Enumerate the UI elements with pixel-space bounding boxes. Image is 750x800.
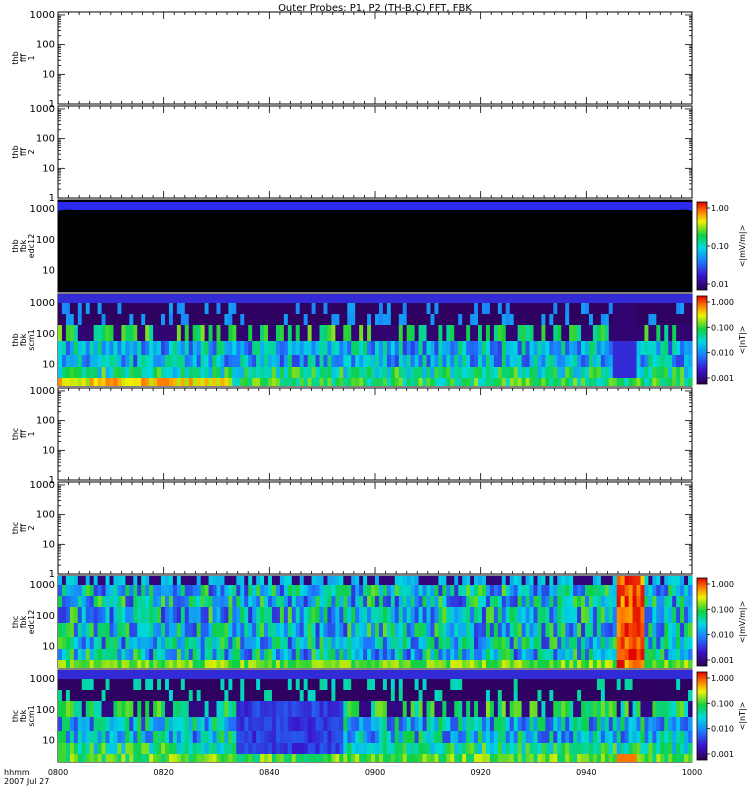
panel-ylabel: thbfbkscm1 [11, 329, 36, 350]
spectrogram-scm_c [58, 670, 693, 762]
panels-group: 1101001000thbfff11101001000thbfff2101001… [11, 10, 747, 763]
time-axis: 0800 0820 0840 0900 0920 0940 1000 [48, 768, 702, 777]
panel-frame [57, 481, 693, 575]
colorbar-tick-label: 0.100 [711, 323, 734, 332]
panel-ylabel: thcfbkedc12 [11, 610, 36, 635]
colorbar [696, 201, 708, 291]
y-tick-label: 100 [36, 329, 55, 340]
y-tick-label: 100 [36, 40, 55, 51]
colorbar-tick-label: 1.000 [711, 298, 734, 307]
panel-ylabel: thbfbkedc12 [11, 234, 36, 259]
x-tick-label: 0940 [576, 768, 596, 777]
x-tick-label: 0800 [48, 768, 68, 777]
panel-thc-fff-2: 1 10 100 1000 thcfff2 [11, 480, 693, 580]
panel-frame [57, 11, 693, 105]
y-tick-label: 1000 [30, 104, 55, 115]
colorbar [696, 671, 708, 761]
y-tick-label: 100 [36, 235, 55, 246]
panel-ylabel: thbfff2 [11, 145, 36, 158]
x-tick-label: 0920 [470, 768, 490, 777]
x-tick-label: 1000 [682, 768, 702, 777]
spectrogram-flat [58, 200, 692, 292]
y-tick-label: 100 [36, 416, 55, 427]
y-tick-label: 1 [49, 193, 55, 204]
panel-frame [57, 387, 693, 481]
y-tick-label: 10 [42, 736, 55, 747]
colorbar-tick-label: 0.010 [711, 349, 734, 358]
time-axis-label-line1: hhmm [4, 768, 30, 777]
colorbar-unit: <|mV/m|> [738, 601, 747, 644]
colorbar-tick-label: 0.010 [711, 725, 734, 734]
y-tick-label: 10 [42, 360, 55, 371]
figure: Outer Probes: P1, P2 (TH-B,C) FFT, FBK 1… [4, 3, 747, 786]
x-tick-label: 0820 [153, 768, 173, 777]
colorbar-tick-label: 0.10 [711, 242, 729, 251]
spectrogram-edc_c [58, 576, 693, 668]
y-tick-label: 1000 [30, 386, 55, 397]
colorbar-tick-label: 1.000 [711, 580, 734, 589]
colorbar-tick-label: 0.010 [711, 631, 734, 640]
colorbar-tick-label: 0.001 [711, 656, 734, 665]
y-tick-label: 10 [42, 163, 55, 174]
panel-frame [57, 105, 693, 199]
panel-thb-fff-1: 1101001000thbfff1 [11, 10, 693, 110]
y-tick-label: 1 [49, 569, 55, 580]
colorbar-unit: <|mV/m|> [738, 225, 747, 268]
colorbar-tick-label: 1.000 [711, 674, 734, 683]
y-tick-label: 1000 [30, 580, 55, 591]
colorbar-tick-label: 0.100 [711, 605, 734, 614]
panel-thb-fff-2: 1 10 100 1000 thbfff2 [11, 104, 693, 204]
panel-thc-fff-1: 1101001000thcfff1 [11, 386, 693, 486]
y-tick-label: 100 [36, 611, 55, 622]
y-tick-label: 1000 [30, 298, 55, 309]
x-tick-label: 0840 [259, 768, 279, 777]
colorbar-tick-label: 0.001 [711, 374, 734, 383]
y-tick-label: 1000 [30, 480, 55, 491]
panel-ylabel: thcfbkscm1 [11, 705, 36, 726]
y-tick-label: 100 [36, 705, 55, 716]
colorbar-unit: <|nT|> [738, 702, 747, 731]
panel-ylabel: thcfff1 [11, 428, 36, 441]
x-tick-label: 0900 [365, 768, 385, 777]
colorbar-tick-label: 1.00 [711, 204, 729, 213]
colorbar-tick-label: 0.01 [711, 280, 729, 289]
y-tick-label: 1000 [30, 204, 55, 215]
colorbar [696, 577, 708, 667]
y-tick-label: 100 [36, 510, 55, 521]
colorbar [696, 295, 708, 385]
y-tick-label: 1000 [30, 674, 55, 685]
y-tick-label: 10 [42, 266, 55, 277]
colorbar-tick-label: 0.001 [711, 750, 734, 759]
panel-ylabel: thcfff2 [11, 522, 36, 535]
time-axis-label-line2: 2007 Jul 27 [4, 777, 49, 786]
y-tick-label: 10 [42, 69, 55, 80]
spectrogram-scm_b [58, 294, 693, 386]
y-tick-label: 1000 [30, 10, 55, 21]
y-tick-label: 100 [36, 134, 55, 145]
panel-ylabel: thbfff1 [11, 51, 36, 64]
y-tick-label: 10 [42, 445, 55, 456]
y-tick-label: 10 [42, 539, 55, 550]
colorbar-tick-label: 0.100 [711, 699, 734, 708]
colorbar-unit: <|nT|> [738, 326, 747, 355]
y-tick-label: 10 [42, 642, 55, 653]
